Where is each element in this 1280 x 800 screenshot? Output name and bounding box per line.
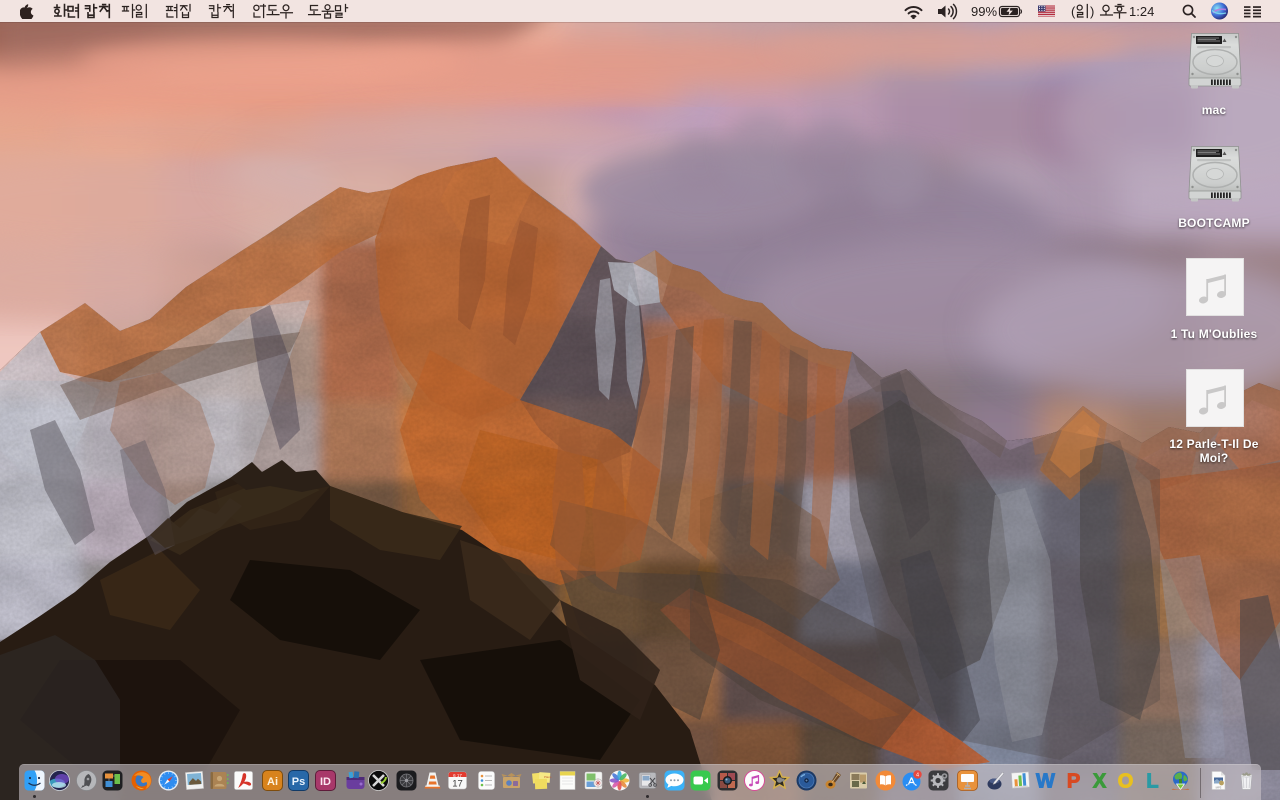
svg-text:4: 4 [915, 772, 918, 778]
svg-text:Plans: Plans [544, 775, 552, 779]
svg-text:1:24: 1:24 [1129, 4, 1154, 19]
svg-text:6 17: 6 17 [453, 773, 462, 778]
svg-text:17: 17 [452, 779, 463, 790]
svg-text:L: L [1146, 771, 1158, 792]
svg-text:99%: 99% [971, 4, 997, 19]
svg-text:X: X [1092, 771, 1106, 792]
svg-text:ID: ID [320, 776, 331, 788]
svg-text:): ) [1090, 4, 1094, 19]
svg-text:Ai: Ai [267, 776, 278, 788]
svg-text:MP3: MP3 [1216, 786, 1222, 790]
svg-text:Ps: Ps [292, 776, 305, 788]
svg-text:O: O [1118, 771, 1134, 792]
svg-text:W: W [1036, 771, 1055, 792]
svg-text:(: ( [1071, 4, 1076, 19]
svg-text:P: P [1066, 771, 1079, 792]
